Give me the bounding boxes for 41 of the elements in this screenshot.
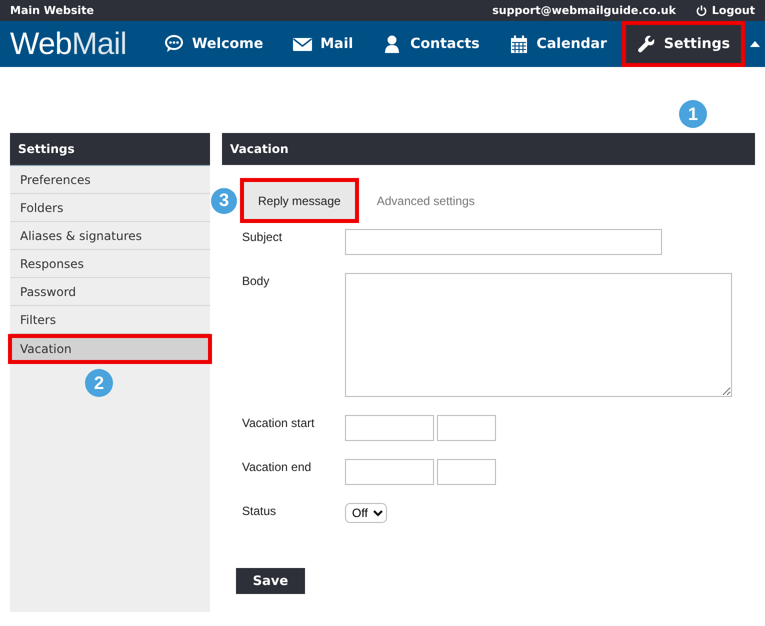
date-field[interactable] (345, 459, 434, 485)
power-icon (696, 5, 707, 16)
logo[interactable]: WebMail (10, 26, 127, 62)
field-label: Subject (242, 229, 284, 246)
calendar-icon (510, 35, 529, 53)
sidebar-item[interactable]: Folders (10, 194, 210, 222)
status-select[interactable]: Off (345, 503, 387, 523)
field-label: Vacation start (242, 415, 316, 432)
chat-icon (164, 35, 184, 53)
sidebar-item[interactable]: Vacation (8, 334, 212, 364)
date-field[interactable] (345, 415, 434, 441)
caret-icon[interactable] (750, 41, 760, 47)
callout-badge: 1 (679, 100, 707, 128)
site-link[interactable]: Main Website (10, 4, 94, 17)
nav-item[interactable]: Settings (622, 21, 745, 67)
tab[interactable]: Advanced settings (358, 178, 493, 223)
nav-item[interactable]: Calendar (494, 21, 622, 67)
sidebar-item[interactable]: Aliases & signatures (10, 222, 210, 250)
sidebar-item[interactable]: Responses (10, 250, 210, 278)
callout-badge: 3 (211, 188, 237, 214)
callout-badge: 2 (85, 369, 113, 397)
input-field[interactable] (345, 229, 662, 255)
time-field[interactable] (437, 459, 496, 485)
nav-item[interactable]: Mail (278, 21, 368, 67)
support-email[interactable]: support@webmailguide.co.uk (492, 4, 676, 17)
sidebar-title: Settings (10, 133, 210, 166)
field-label: Vacation end (242, 459, 312, 476)
sidebar-item[interactable]: Password (10, 278, 210, 306)
tab[interactable]: Reply message (240, 178, 359, 223)
sidebar-item[interactable]: Preferences (10, 166, 210, 194)
nav-item[interactable]: Welcome (150, 21, 278, 67)
mail-icon (293, 35, 312, 53)
text-area[interactable] (345, 273, 732, 397)
wrench-icon (636, 35, 656, 53)
logout-link[interactable]: Logout (696, 4, 755, 17)
panel-title: Vacation (222, 133, 755, 165)
time-field[interactable] (437, 415, 496, 441)
save-button[interactable]: Save (236, 568, 305, 594)
field-label: Body (242, 273, 270, 290)
field-label: Status (242, 503, 278, 520)
nav-item[interactable]: Contacts (368, 21, 495, 67)
